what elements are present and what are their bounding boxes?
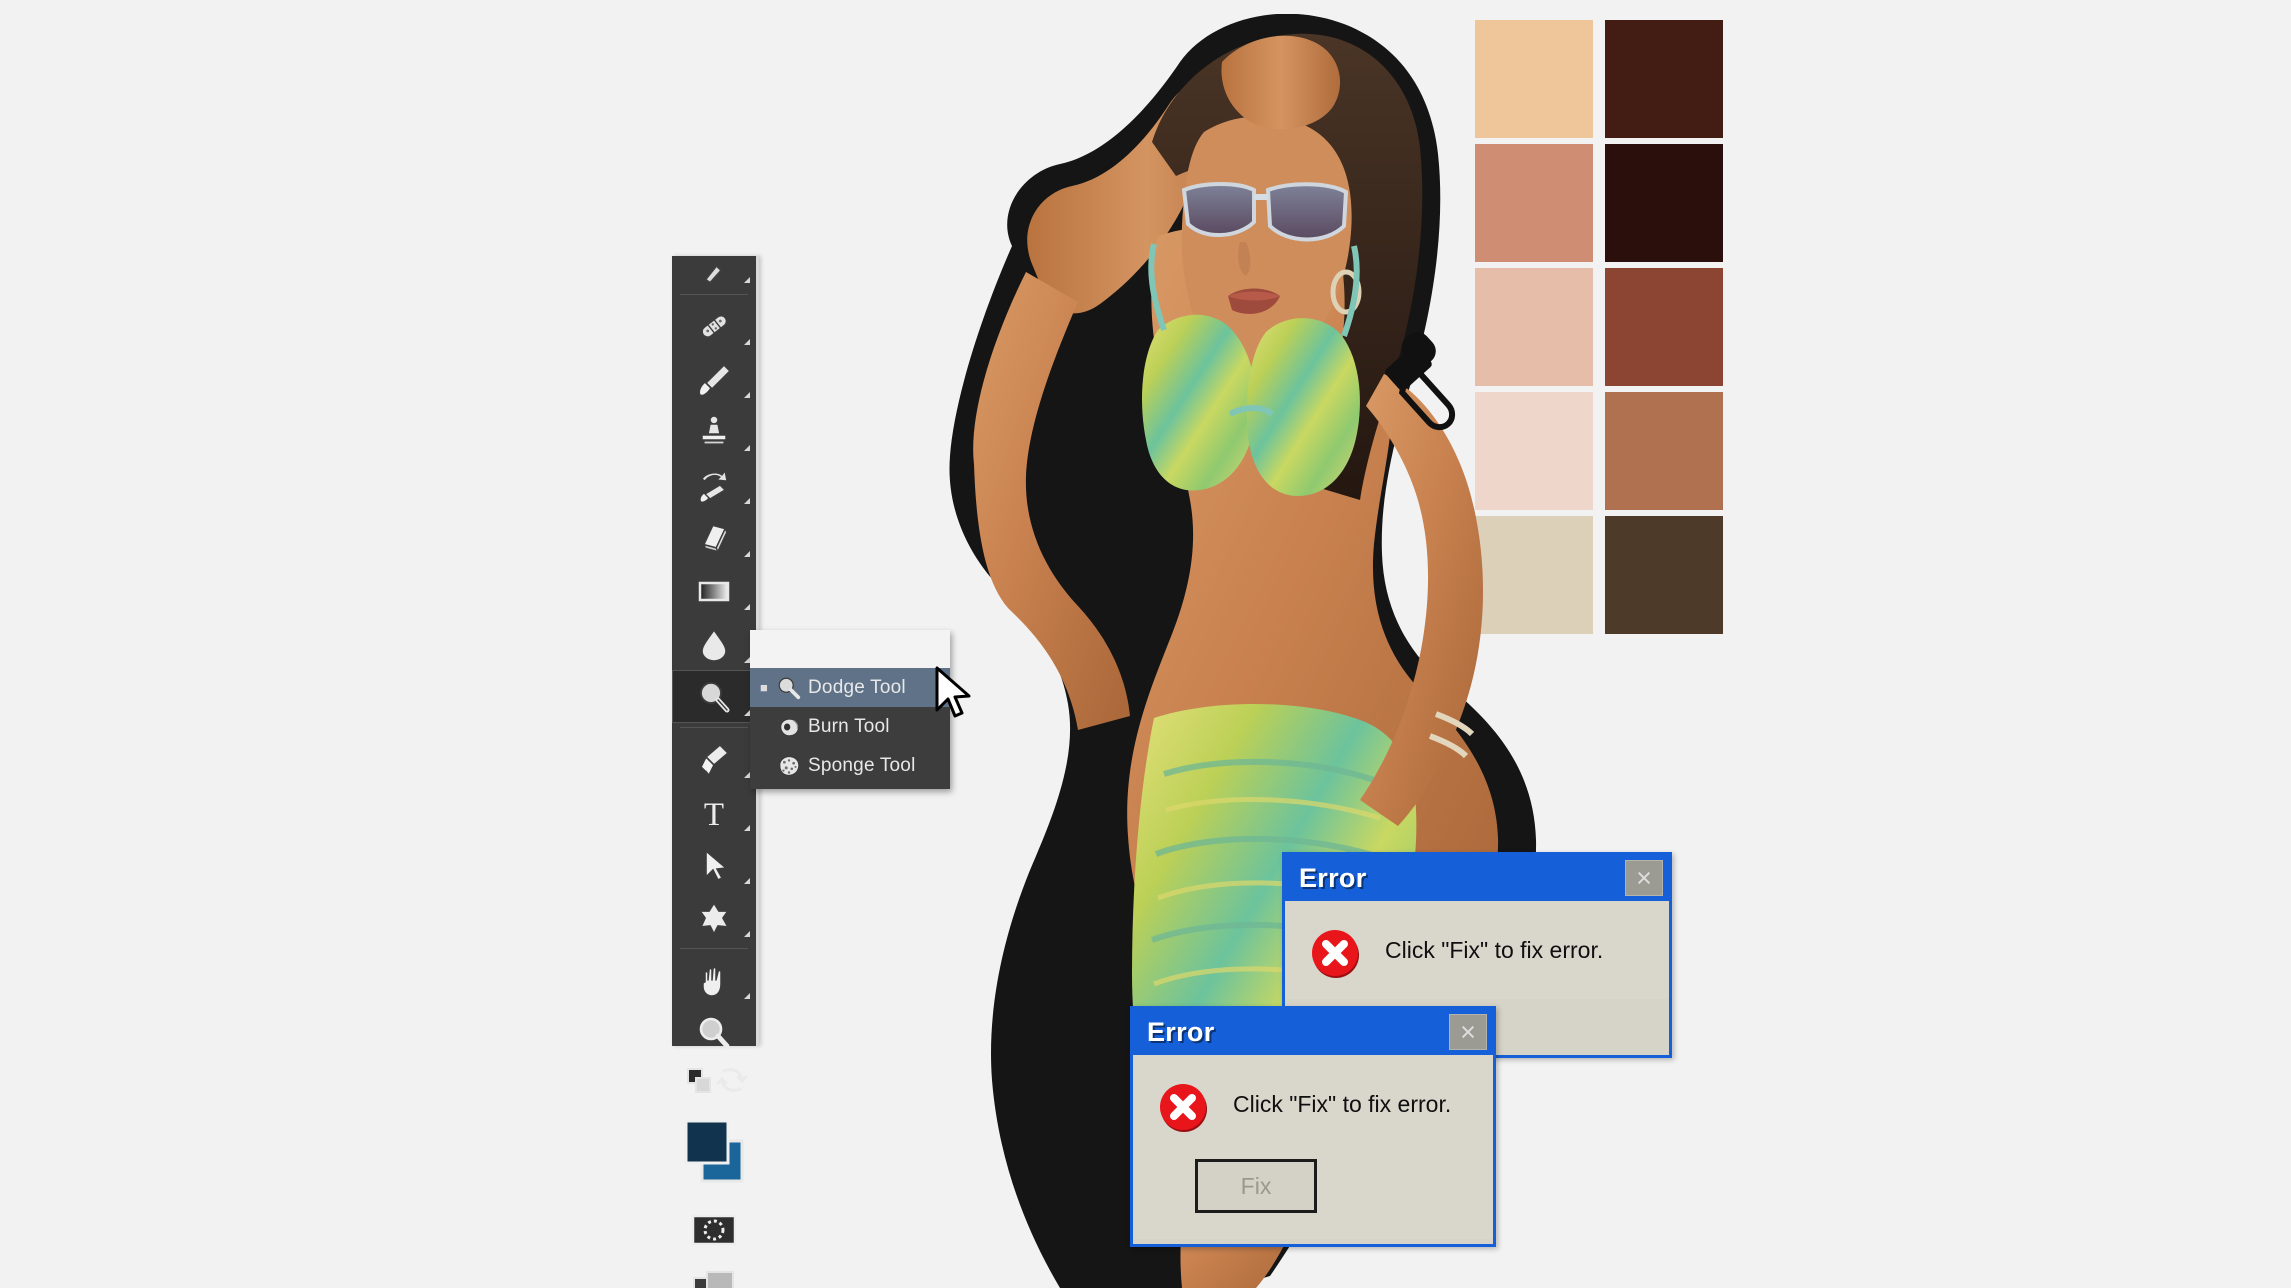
error-x-icon bbox=[1309, 927, 1363, 981]
flyout-item-dodge-tool[interactable]: ■ Dodge Tool bbox=[750, 668, 950, 707]
flyout-arrow-icon bbox=[744, 498, 750, 504]
tool-zoom[interactable] bbox=[672, 1006, 756, 1059]
color-swatch[interactable] bbox=[1605, 20, 1723, 138]
selected-bullet-icon: ■ bbox=[759, 680, 769, 695]
tool-clone-stamp[interactable] bbox=[672, 405, 756, 458]
flyout-label-burn-tool: Burn Tool bbox=[808, 715, 890, 737]
flyout-item-burn-tool[interactable]: Burn Tool bbox=[750, 707, 950, 746]
tool-lasso-crop[interactable] bbox=[672, 256, 756, 290]
flyout-arrow-icon bbox=[744, 445, 750, 451]
dialog-actions: Fix bbox=[1133, 1153, 1493, 1239]
flyout-arrow-icon bbox=[744, 551, 750, 557]
color-swatch[interactable] bbox=[1605, 392, 1723, 510]
color-swatch[interactable] bbox=[1605, 268, 1723, 386]
dialog-title-bar[interactable]: Error × bbox=[1133, 1009, 1493, 1055]
photoshop-tool-panel[interactable]: T bbox=[672, 256, 759, 1288]
color-swatch[interactable] bbox=[1605, 144, 1723, 262]
dialog-body: Click "Fix" to fix error. bbox=[1133, 1055, 1493, 1153]
flyout-arrow-icon bbox=[744, 339, 750, 345]
tool-healing-brush[interactable] bbox=[672, 299, 756, 352]
toolbar-divider bbox=[680, 727, 748, 728]
error-dialog-front[interactable]: Error × Click "Fix" to fix error. Fix bbox=[1130, 1006, 1496, 1247]
dialog-body: Click "Fix" to fix error. bbox=[1285, 901, 1669, 999]
tool-type[interactable]: T bbox=[672, 785, 756, 838]
flyout-arrow-icon bbox=[744, 931, 750, 937]
dodge-icon bbox=[772, 673, 806, 703]
flyout-arrow-icon bbox=[744, 277, 750, 283]
flyout-arrow-icon bbox=[744, 604, 750, 610]
dodge-tool-flyout[interactable]: ■ Dodge Tool Burn Tool Sponge Tool bbox=[750, 630, 950, 789]
tool-path-selection[interactable] bbox=[672, 838, 756, 891]
color-swap-row[interactable] bbox=[672, 1059, 756, 1105]
error-x-icon bbox=[1157, 1081, 1211, 1135]
flyout-label-sponge-tool: Sponge Tool bbox=[808, 754, 916, 776]
dialog-title: Error bbox=[1299, 862, 1367, 893]
dialog-title: Error bbox=[1147, 1016, 1215, 1047]
toolbar-divider bbox=[680, 294, 748, 295]
flyout-arrow-icon bbox=[744, 878, 750, 884]
foreground-background-colors[interactable] bbox=[672, 1105, 756, 1201]
eyedropper-icon[interactable] bbox=[1358, 322, 1484, 448]
flyout-item-sponge-tool[interactable]: Sponge Tool bbox=[750, 746, 950, 785]
quick-mask-button[interactable] bbox=[672, 1201, 756, 1259]
flyout-arrow-icon bbox=[744, 825, 750, 831]
flyout-label-dodge-tool: Dodge Tool bbox=[808, 676, 906, 698]
flyout-arrow-icon bbox=[744, 993, 750, 999]
toolbar-divider bbox=[680, 948, 748, 949]
tool-dodge[interactable] bbox=[672, 670, 756, 723]
flyout-top-cap bbox=[750, 630, 950, 668]
tool-pen[interactable] bbox=[672, 732, 756, 785]
svg-text:T: T bbox=[704, 797, 724, 832]
tool-history-brush[interactable] bbox=[672, 458, 756, 511]
collage-canvas: T ■ Dodge Tool Burn Tool Sponge Tool Err… bbox=[0, 0, 2291, 1288]
burn-icon bbox=[772, 712, 806, 742]
dialog-message: Click "Fix" to fix error. bbox=[1233, 1091, 1452, 1117]
close-icon[interactable]: × bbox=[1449, 1014, 1487, 1050]
close-icon[interactable]: × bbox=[1625, 860, 1663, 896]
fix-button[interactable]: Fix bbox=[1195, 1159, 1317, 1213]
flyout-item-list[interactable]: ■ Dodge Tool Burn Tool Sponge Tool bbox=[750, 668, 950, 789]
screen-mode-button[interactable] bbox=[672, 1259, 756, 1288]
color-swatch[interactable] bbox=[1605, 516, 1723, 634]
flyout-arrow-icon bbox=[744, 392, 750, 398]
sponge-icon bbox=[772, 751, 806, 781]
dialog-title-bar[interactable]: Error × bbox=[1285, 855, 1669, 901]
tool-gradient[interactable] bbox=[672, 564, 756, 617]
tool-eraser[interactable] bbox=[672, 511, 756, 564]
tool-blur[interactable] bbox=[672, 617, 756, 670]
tool-brush[interactable] bbox=[672, 352, 756, 405]
tool-hand[interactable] bbox=[672, 953, 756, 1006]
tool-custom-shape[interactable] bbox=[672, 891, 756, 944]
dialog-message: Click "Fix" to fix error. bbox=[1385, 937, 1604, 963]
mouse-pointer-icon bbox=[933, 666, 973, 722]
